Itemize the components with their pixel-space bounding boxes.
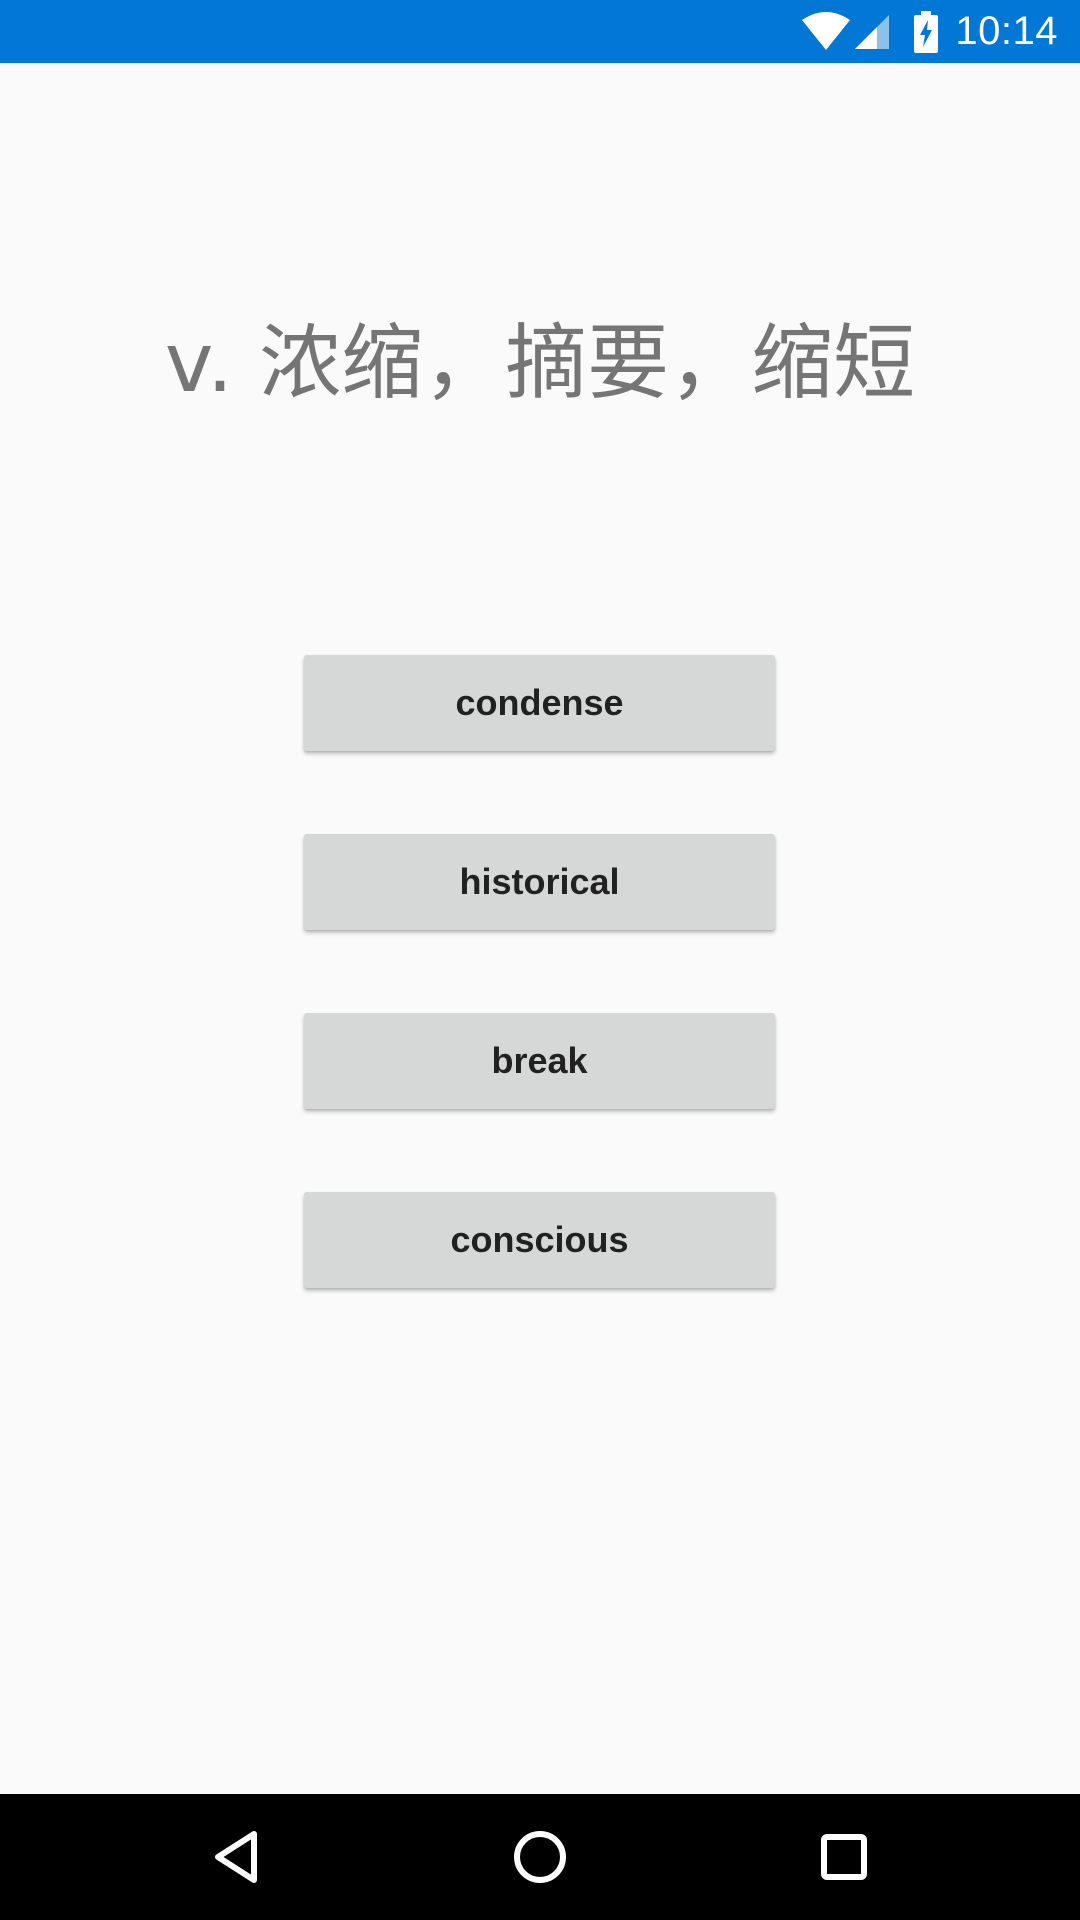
option-button-condense[interactable]: condense — [304, 655, 775, 751]
back-button[interactable] — [166, 1794, 306, 1920]
option-button-conscious[interactable]: conscious — [304, 1192, 775, 1288]
option-button-historical[interactable]: historical — [304, 834, 775, 930]
wifi-icon — [801, 11, 851, 52]
status-bar: 10:14 — [0, 0, 1080, 63]
answer-options: condense historical break conscious — [304, 655, 775, 1371]
word-definition-prompt: v. 浓缩，摘要，缩短 — [164, 316, 916, 411]
recents-button[interactable] — [774, 1794, 914, 1920]
home-icon — [514, 1831, 566, 1883]
battery-charging-icon — [913, 10, 939, 53]
option-button-break[interactable]: break — [304, 1013, 775, 1109]
back-icon — [215, 1831, 257, 1883]
status-clock: 10:14 — [955, 9, 1058, 53]
home-button[interactable] — [470, 1794, 610, 1920]
status-icons: 10:14 — [801, 0, 1058, 63]
navigation-bar — [0, 1794, 1080, 1920]
recents-icon — [821, 1834, 867, 1880]
cell-signal-icon — [853, 13, 891, 51]
